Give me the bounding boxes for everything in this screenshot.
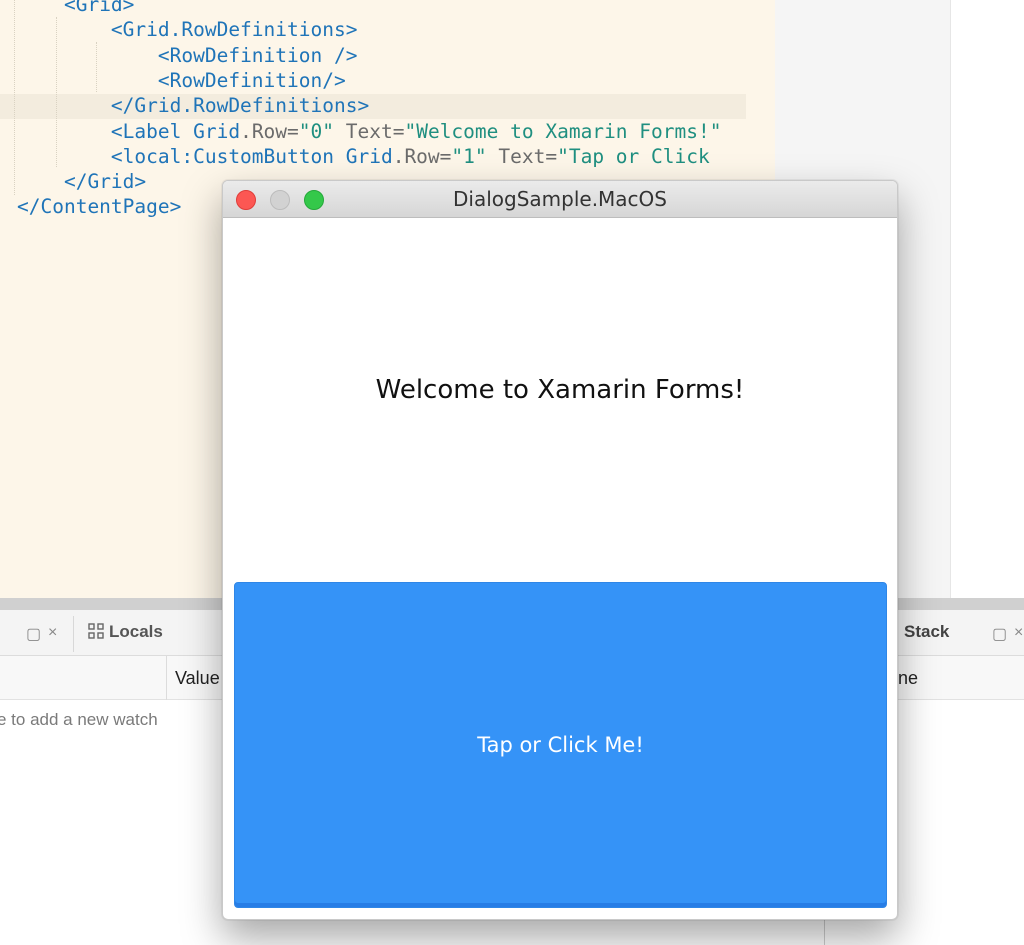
code-token: </Grid.RowDefinitions> [110, 94, 370, 118]
value-column-header[interactable]: Value [175, 668, 220, 689]
code-token: <Grid.RowDefinitions> [110, 18, 358, 42]
window-icon[interactable]: ▢ [26, 624, 41, 644]
close-icon[interactable]: × [1014, 624, 1023, 642]
code-token: "Welcome to Xamarin Forms!" [404, 119, 722, 143]
call-stack-column-header: ne [896, 656, 1024, 700]
code-token: "0" [298, 119, 335, 143]
code-line[interactable]: </Grid> [17, 169, 146, 194]
column-divider[interactable] [166, 656, 167, 700]
code-token: Text= [486, 144, 558, 168]
indent-guide [14, 0, 15, 195]
tap-or-click-button-label: Tap or Click Me! [477, 733, 644, 757]
call-stack-tabbar: Stack ▢ × [896, 610, 1024, 656]
call-stack-pad: Stack ▢ × ne [896, 610, 1024, 945]
code-token: </Grid> [63, 170, 147, 194]
welcome-label: Welcome to Xamarin Forms! [375, 375, 745, 405]
tab-locals[interactable]: Locals [88, 622, 163, 642]
code-token: "Tap or Click [557, 144, 710, 168]
tab-call-stack[interactable]: Stack [904, 622, 949, 642]
window-icon[interactable]: ▢ [992, 624, 1007, 644]
watch-pad-tabbar: ▢ × Locals [0, 610, 224, 656]
code-line[interactable]: <RowDefinition /> [17, 43, 358, 68]
window-title: DialogSample.MacOS [453, 187, 667, 211]
code-token: Grid [193, 119, 241, 143]
grid-icon [88, 623, 104, 639]
code-line[interactable]: <RowDefinition/> [17, 68, 346, 93]
watch-pad: ▢ × Locals Value e to add a new watch [0, 610, 224, 945]
code-line[interactable]: <Grid> [17, 0, 134, 17]
code-line[interactable]: <local:CustomButton Grid.Row="1" Text="T… [17, 144, 710, 169]
code-token: .Row= [240, 119, 299, 143]
add-watch-hint[interactable]: e to add a new watch [0, 710, 158, 730]
code-line[interactable]: <Grid.RowDefinitions> [17, 17, 358, 42]
code-line[interactable]: </Grid.RowDefinitions> [17, 93, 369, 118]
code-token: <Grid> [63, 0, 135, 16]
code-token: <local:CustomButton [110, 144, 346, 168]
code-token: Grid [345, 144, 393, 168]
name-column-header[interactable]: ne [898, 668, 918, 689]
tap-or-click-button[interactable]: Tap or Click Me! [234, 582, 887, 908]
code-line[interactable]: </ContentPage> [17, 194, 181, 219]
editor-right-strip [950, 0, 1024, 598]
code-token: <RowDefinition /> [157, 43, 358, 67]
code-token: Text= [334, 119, 405, 143]
close-icon[interactable]: × [48, 624, 57, 642]
tab-divider [73, 616, 74, 652]
code-token: </ContentPage> [17, 195, 182, 219]
code-token: <Label [110, 119, 194, 143]
code-token: <RowDefinition/> [157, 68, 346, 92]
window-titlebar[interactable]: DialogSample.MacOS [223, 181, 897, 218]
tab-locals-label: Locals [109, 622, 163, 641]
app-window: DialogSample.MacOS Welcome to Xamarin Fo… [222, 180, 898, 920]
code-token: "1" [451, 144, 487, 168]
code-line[interactable]: <Label Grid.Row="0" Text="Welcome to Xam… [17, 119, 722, 144]
code-token: .Row= [392, 144, 452, 168]
watch-column-header: Value [0, 656, 224, 700]
